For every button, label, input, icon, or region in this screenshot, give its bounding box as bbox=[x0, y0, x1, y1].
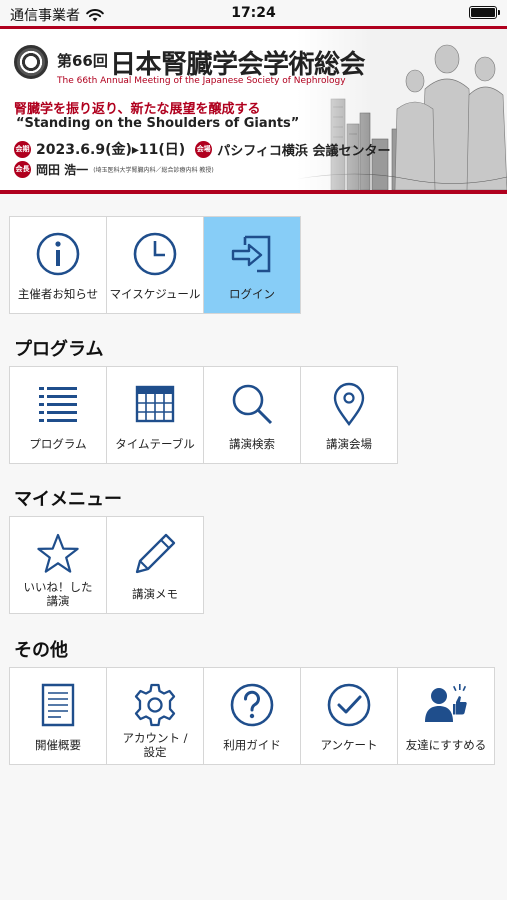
chair-tag: 会長 bbox=[14, 161, 31, 178]
venue-tag: 会場 bbox=[195, 140, 213, 158]
tile-label: タイムテーブル bbox=[115, 437, 195, 451]
conference-banner: 第66回 日本腎臓学会学術総会 The 66th Annual Meeting … bbox=[0, 26, 507, 194]
tile-label-line1: いいね！した bbox=[23, 580, 93, 594]
program-grid: プログラム タイムテーブル 講演検索 講演会場 bbox=[9, 366, 398, 464]
chair-name: 岡田 浩一 bbox=[36, 163, 89, 177]
tile-label: アカウント / 設定 bbox=[107, 731, 203, 759]
tile-account-settings[interactable]: アカウント / 設定 bbox=[106, 667, 204, 765]
clock-icon bbox=[133, 232, 177, 276]
battery-icon bbox=[469, 6, 500, 19]
date-tag: 会期 bbox=[14, 140, 31, 158]
calendar-icon bbox=[135, 385, 175, 423]
login-icon bbox=[231, 235, 271, 273]
tile-label: アンケート bbox=[320, 738, 378, 752]
tile-label-line2: 設定 bbox=[143, 745, 167, 759]
tile-timetable[interactable]: タイムテーブル bbox=[106, 366, 204, 464]
theme-jp: 腎臓学を振り返り、新たな展望を醸成する bbox=[14, 102, 261, 117]
section-title-other: その他 bbox=[14, 640, 68, 661]
document-icon bbox=[41, 683, 75, 727]
clock: 17:24 bbox=[231, 5, 276, 21]
date-venue-row: 会期 2023.6.9(金)▸11(日) 会場 パシフィコ横浜 会議センター bbox=[14, 139, 390, 159]
tile-label: いいね！した 講演 bbox=[10, 580, 106, 608]
my-menu-grid: いいね！した 講演 講演メモ bbox=[9, 516, 204, 614]
list-icon bbox=[39, 387, 77, 422]
tile-label: 講演メモ bbox=[132, 587, 178, 601]
society-emblem bbox=[14, 45, 48, 79]
venue: パシフィコ横浜 会議センター bbox=[217, 143, 391, 159]
tile-lecture-search[interactable]: 講演検索 bbox=[203, 366, 301, 464]
info-icon bbox=[36, 232, 80, 276]
help-icon bbox=[230, 683, 274, 727]
tile-usage-guide[interactable]: 利用ガイド bbox=[203, 667, 301, 765]
tile-label: 講演会場 bbox=[326, 437, 372, 451]
edition: 第66回 bbox=[57, 52, 108, 70]
tile-program[interactable]: プログラム bbox=[9, 366, 107, 464]
recommend-icon bbox=[425, 684, 467, 722]
status-bar: 通信事業者 17:24 bbox=[0, 0, 507, 26]
tile-announcements[interactable]: 主催者お知らせ bbox=[9, 216, 107, 314]
tile-label: 講演検索 bbox=[229, 437, 275, 451]
tile-lecture-venue[interactable]: 講演会場 bbox=[300, 366, 398, 464]
pencil-icon bbox=[135, 533, 176, 574]
check-circle-icon bbox=[327, 683, 371, 727]
tile-liked-lectures[interactable]: いいね！した 講演 bbox=[9, 516, 107, 614]
tile-label: 主催者お知らせ bbox=[17, 287, 99, 301]
chair-row: 会長 岡田 浩一 (埼玉医科大学腎臓内科／総合診療内科 教授) bbox=[14, 161, 214, 178]
star-icon bbox=[37, 533, 79, 573]
tile-label-line2: 講演 bbox=[46, 594, 70, 608]
tile-label: 開催概要 bbox=[35, 738, 81, 752]
search-icon bbox=[232, 384, 273, 425]
tile-recommend-friends[interactable]: 友達にすすめる bbox=[397, 667, 495, 765]
map-pin-icon bbox=[333, 382, 365, 427]
gear-icon bbox=[134, 683, 176, 727]
section-title-my-menu: マイメニュー bbox=[14, 489, 122, 510]
tile-survey[interactable]: アンケート bbox=[300, 667, 398, 765]
tile-label: 友達にすすめる bbox=[405, 738, 487, 752]
chair-affiliation: (埼玉医科大学腎臓内科／総合診療内科 教授) bbox=[93, 167, 214, 174]
tile-label: ログイン bbox=[229, 287, 275, 301]
section-title-program: プログラム bbox=[14, 339, 104, 360]
other-grid: 開催概要 アカウント / 設定 利用ガイド アンケート 友達にすすめる bbox=[9, 667, 495, 765]
theme-en: “Standing on the Shoulders of Giants” bbox=[16, 116, 300, 131]
tile-lecture-memo[interactable]: 講演メモ bbox=[106, 516, 204, 614]
tile-overview[interactable]: 開催概要 bbox=[9, 667, 107, 765]
tile-login[interactable]: ログイン bbox=[203, 216, 301, 314]
tile-label: 利用ガイド bbox=[223, 738, 281, 752]
tile-label: プログラム bbox=[29, 437, 87, 451]
tile-label-line1: アカウント / bbox=[122, 731, 188, 745]
conference-title-en: The 66th Annual Meeting of the Japanese … bbox=[57, 76, 346, 86]
dates: 2023.6.9(金)▸11(日) bbox=[36, 142, 186, 158]
tile-my-schedule[interactable]: マイスケジュール bbox=[106, 216, 204, 314]
top-menu-grid: 主催者お知らせ マイスケジュール ログイン bbox=[9, 216, 301, 314]
tile-label: マイスケジュール bbox=[109, 287, 201, 301]
